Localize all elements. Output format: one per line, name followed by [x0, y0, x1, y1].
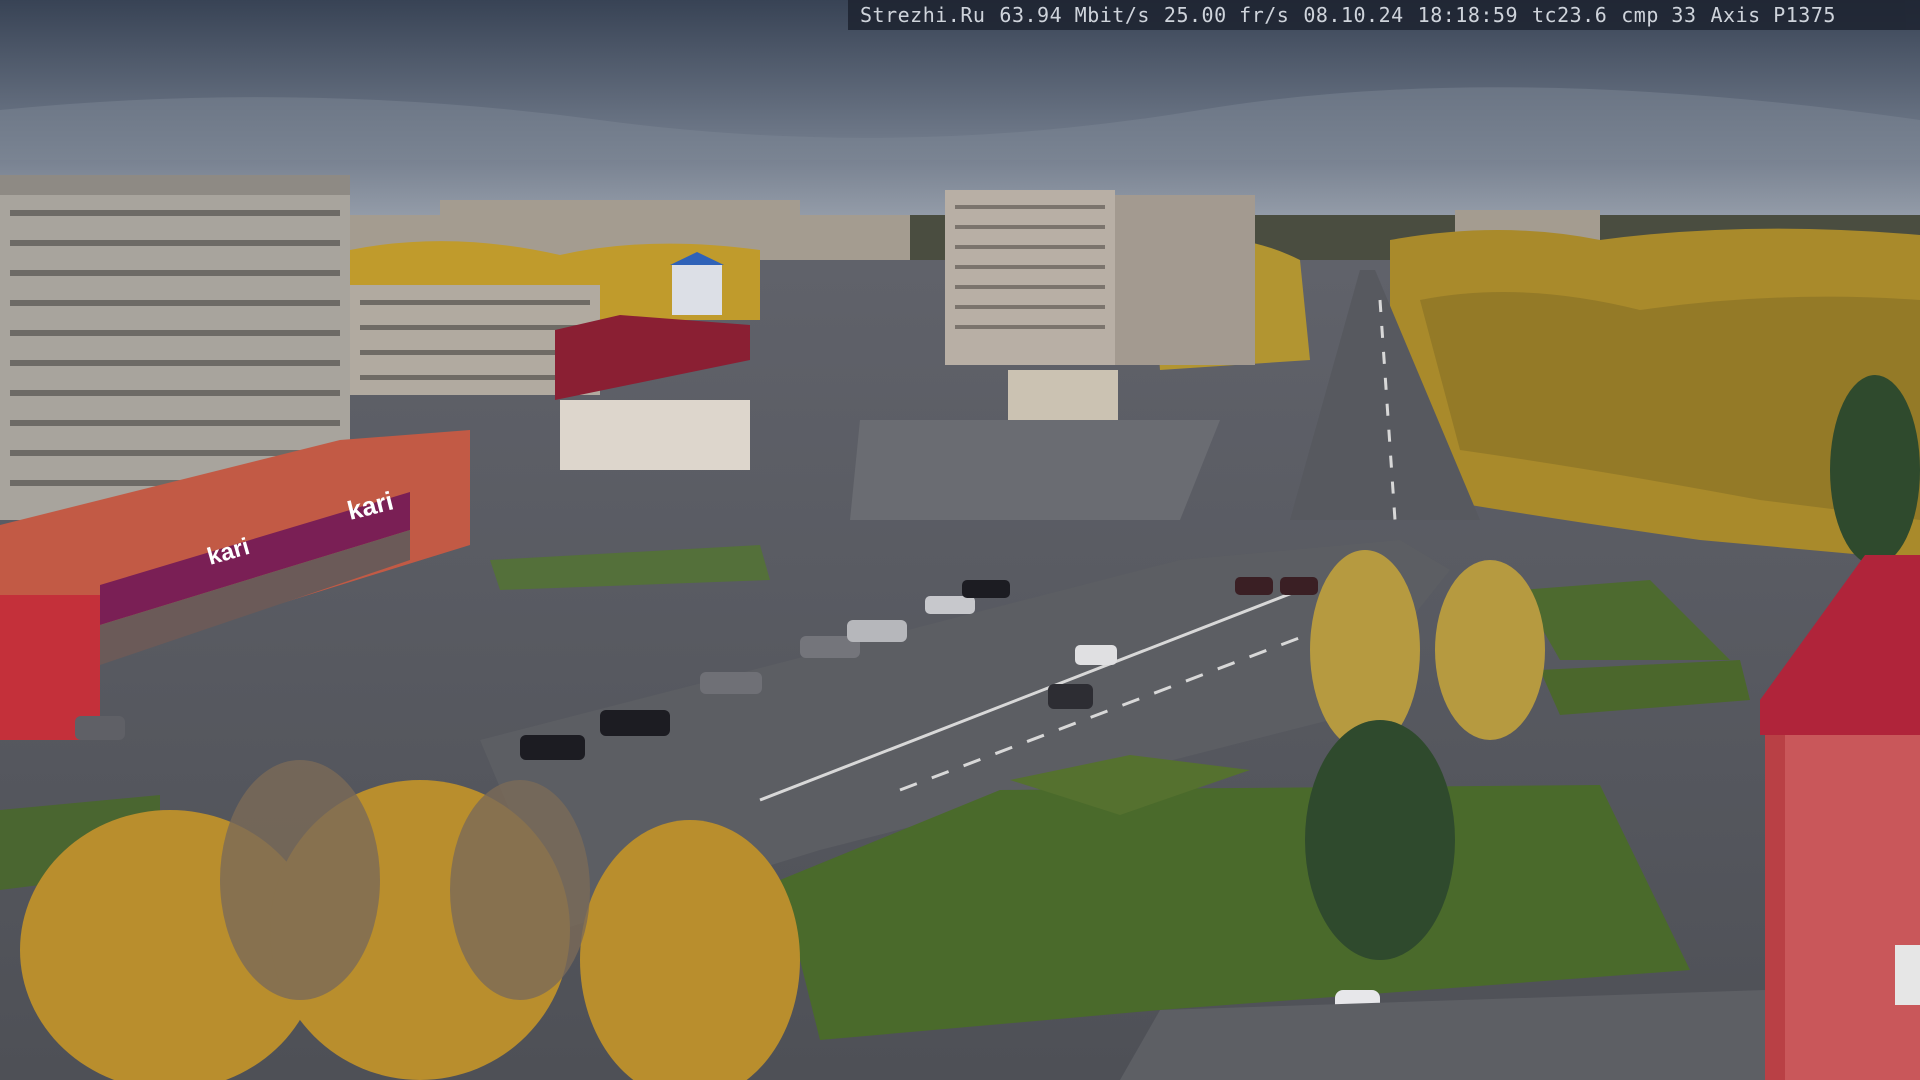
low-building-center	[1008, 370, 1118, 420]
autumn-trees-foreground-left	[20, 780, 800, 1080]
camera-model: Axis P1375	[1710, 3, 1836, 27]
tc-readout: tc23.6	[1532, 3, 1608, 27]
date-readout: 08.10.24	[1303, 3, 1404, 27]
framerate-readout: 25.00 fr/s	[1163, 3, 1290, 27]
pine-tree-center	[1305, 720, 1455, 960]
cmp-readout: cmp 33	[1621, 3, 1697, 27]
blue-roof-tower	[670, 252, 724, 315]
site-name: Strezhi.Ru	[860, 3, 986, 27]
pine-tree-right	[1830, 375, 1920, 565]
time-readout: 18:18:59	[1417, 3, 1518, 27]
camera-info-overlay: Strezhi.Ru 63.94 Mbit/s 25.00 fr/s 08.10…	[848, 0, 1920, 30]
bitrate-readout: 63.94 Mbit/s	[999, 3, 1150, 27]
plaza-upper	[850, 420, 1220, 520]
camera-scene: kari kari	[0, 0, 1920, 1080]
tall-building-center	[945, 190, 1255, 365]
